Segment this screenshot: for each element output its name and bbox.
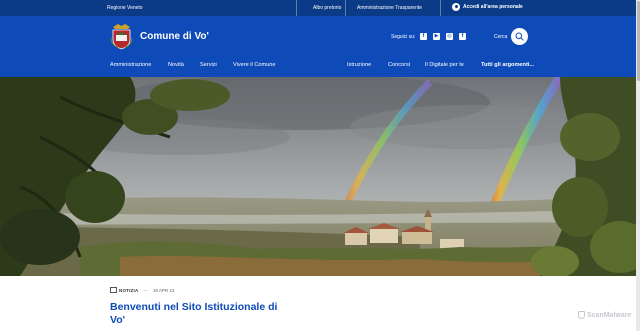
site-header: Comune di Vo' Seguici su: f ▶ ◎ f Cerca … [0,16,636,77]
article-title[interactable]: Benvenuti nel Sito Istituzionale di Vo' [110,301,280,327]
scrollbar[interactable] [636,0,640,331]
login-label: Accedi all'area personale [463,4,523,10]
nav-item-amministrazione[interactable]: Amministrazione [110,62,151,68]
search-icon [515,32,524,41]
calendar-icon [110,287,117,293]
nav-item-novita[interactable]: Novità [168,62,184,68]
top-bar: Regione Veneto Albo pretorio Amministraz… [0,0,636,16]
login-button[interactable]: Accedi all'area personale [452,3,523,11]
topbar-divider [440,0,441,16]
shield-icon [578,311,585,319]
topbar-divider [296,0,297,16]
facebook-icon[interactable]: f [420,33,427,40]
facebook-icon[interactable]: f [459,33,466,40]
nav-item-concorsi[interactable]: Concorsi [388,62,410,68]
user-icon [452,3,460,11]
article-category[interactable]: NOTIZIA [119,288,138,293]
albo-pretorio-link[interactable]: Albo pretorio [313,5,341,11]
nav-item-istruzione[interactable]: Istruzione [347,62,371,68]
site-title[interactable]: Comune di Vo' [140,31,209,42]
meta-separator: — [143,287,148,293]
youtube-icon[interactable]: ▶ [433,33,440,40]
search-label: Cerca [494,34,508,40]
nav-item-servizi[interactable]: Servizi [200,62,217,68]
nav-item-all-topics[interactable]: Tutti gli argomenti... [481,62,534,68]
search-button[interactable] [511,28,528,45]
instagram-icon[interactable]: ◎ [446,33,453,40]
follow-label: Seguici su: [391,34,416,40]
scrollbar-thumb[interactable] [636,1,640,81]
amministrazione-trasparente-link[interactable]: Amministrazione Trasparente [357,5,422,11]
region-link[interactable]: Regione Veneto [107,5,143,11]
nav-item-digitale[interactable]: Il Digitale per te [425,62,464,68]
nav-item-vivere-il-comune[interactable]: Vivere il Comune [233,62,276,68]
hero-image [0,77,636,276]
watermark-label: ScanMalware [587,311,632,319]
article-date: 19 APR 23 [152,287,175,293]
coat-of-arms-logo[interactable] [110,23,133,50]
scanmalware-watermark: ScanMalware [578,311,631,319]
topbar-divider [345,0,346,16]
article-meta: NOTIZIA — 19 APR 23 [110,287,174,293]
